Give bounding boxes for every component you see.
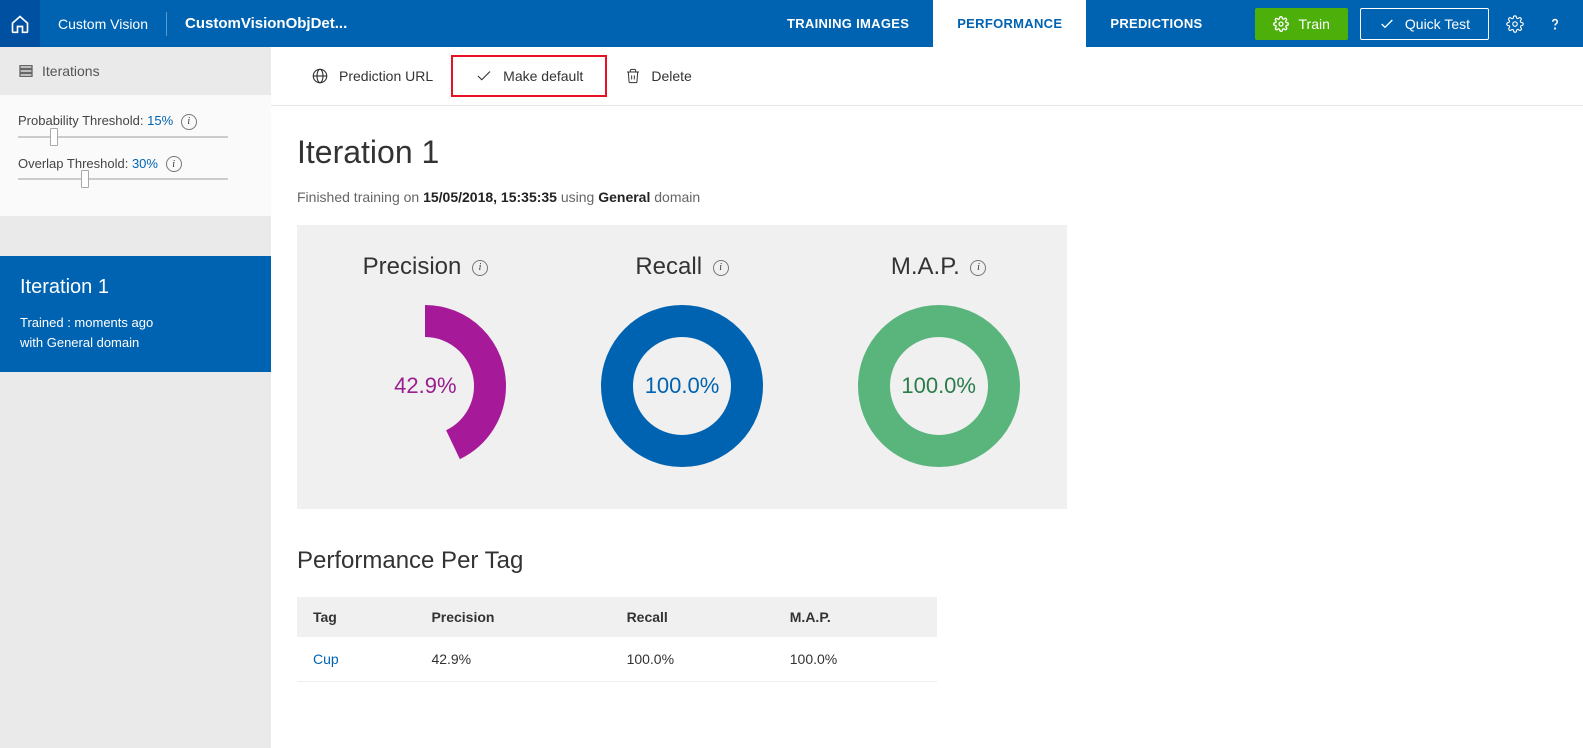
cell-recall: 100.0% xyxy=(611,637,774,682)
cell-precision: 42.9% xyxy=(415,637,610,682)
metric-title: M.A.P. i xyxy=(810,253,1067,281)
metric-title: Precision i xyxy=(297,253,554,281)
metric-precision: Precision i 42.9% xyxy=(297,253,554,471)
iterations-icon xyxy=(18,63,34,79)
app-body: Iterations Probability Threshold: 15% i … xyxy=(0,47,1583,748)
metric-value: 42.9% xyxy=(394,373,456,399)
tab-performance[interactable]: PERFORMANCE xyxy=(933,0,1086,47)
metric-value: 100.0% xyxy=(901,373,976,399)
metric-donut: 42.9% xyxy=(340,301,510,471)
info-icon[interactable]: i xyxy=(472,260,488,276)
help-button[interactable] xyxy=(1541,10,1569,38)
page-title: Iteration 1 xyxy=(297,134,1557,171)
iteration-card-line1: Trained : moments ago xyxy=(20,313,251,333)
probability-slider[interactable] xyxy=(18,136,228,138)
help-icon xyxy=(1546,15,1564,33)
delete-button[interactable]: Delete xyxy=(607,55,709,97)
sidebar: Iterations Probability Threshold: 15% i … xyxy=(0,47,271,748)
iteration-card-title: Iteration 1 xyxy=(20,276,251,299)
app-header: Custom Vision CustomVisionObjDet... TRAI… xyxy=(0,0,1583,47)
cell-map: 100.0% xyxy=(774,637,937,682)
table-header[interactable]: Tag xyxy=(297,597,415,637)
check-icon xyxy=(1379,16,1395,32)
toolbar: Prediction URL Make default Delete xyxy=(271,47,1583,106)
info-icon[interactable]: i xyxy=(166,156,182,172)
metrics-panel: Precision i 42.9% Recall i 100.0% M.A.P.… xyxy=(297,225,1067,509)
metric-map: M.A.P. i 100.0% xyxy=(810,253,1067,471)
train-button[interactable]: Train xyxy=(1255,8,1348,40)
main-content: Prediction URL Make default Delete Itera… xyxy=(271,47,1583,748)
table-header[interactable]: Recall xyxy=(611,597,774,637)
overlap-slider[interactable] xyxy=(18,178,228,180)
threshold-panel: Probability Threshold: 15% i Overlap Thr… xyxy=(0,95,271,216)
perf-per-tag-title: Performance Per Tag xyxy=(297,547,1557,575)
overlap-threshold: Overlap Threshold: 30% i xyxy=(18,156,253,173)
home-button[interactable] xyxy=(0,0,40,47)
content: Iteration 1 Finished training on 15/05/2… xyxy=(271,106,1583,710)
gear-icon xyxy=(1273,16,1289,32)
metric-title: Recall i xyxy=(554,253,811,281)
perf-table: TagPrecisionRecallM.A.P. Cup 42.9% 100.0… xyxy=(297,597,937,682)
prediction-url-button[interactable]: Prediction URL xyxy=(293,55,451,97)
header-actions: Train Quick Test xyxy=(1247,8,1583,40)
tab-training-images[interactable]: TRAINING IMAGES xyxy=(763,0,933,47)
iteration-card[interactable]: Iteration 1 Trained : moments ago with G… xyxy=(0,256,271,372)
trash-icon xyxy=(625,68,641,84)
table-header[interactable]: Precision xyxy=(415,597,610,637)
quick-test-label: Quick Test xyxy=(1405,16,1470,32)
settings-button[interactable] xyxy=(1501,10,1529,38)
project-name[interactable]: CustomVisionObjDet... xyxy=(167,15,365,32)
quick-test-button[interactable]: Quick Test xyxy=(1360,8,1489,40)
check-icon xyxy=(475,67,493,85)
info-icon[interactable]: i xyxy=(713,260,729,276)
metric-donut: 100.0% xyxy=(597,301,767,471)
iterations-header[interactable]: Iterations xyxy=(0,47,271,95)
table-header[interactable]: M.A.P. xyxy=(774,597,937,637)
metric-recall: Recall i 100.0% xyxy=(554,253,811,471)
globe-icon xyxy=(311,67,329,85)
info-icon[interactable]: i xyxy=(181,114,197,130)
metric-value: 100.0% xyxy=(645,373,720,399)
tab-predictions[interactable]: PREDICTIONS xyxy=(1086,0,1226,47)
train-label: Train xyxy=(1299,16,1330,32)
metric-donut: 100.0% xyxy=(854,301,1024,471)
info-icon[interactable]: i xyxy=(970,260,986,276)
iteration-card-line2: with General domain xyxy=(20,333,251,353)
brand-label[interactable]: Custom Vision xyxy=(40,16,166,32)
gear-icon xyxy=(1506,15,1524,33)
main-tabs: TRAINING IMAGES PERFORMANCE PREDICTIONS xyxy=(763,0,1227,47)
make-default-button[interactable]: Make default xyxy=(451,55,607,97)
tag-link[interactable]: Cup xyxy=(297,637,415,682)
iterations-label: Iterations xyxy=(42,63,100,79)
table-row: Cup 42.9% 100.0% 100.0% xyxy=(297,637,937,682)
training-subtitle: Finished training on 15/05/2018, 15:35:3… xyxy=(297,189,1557,205)
